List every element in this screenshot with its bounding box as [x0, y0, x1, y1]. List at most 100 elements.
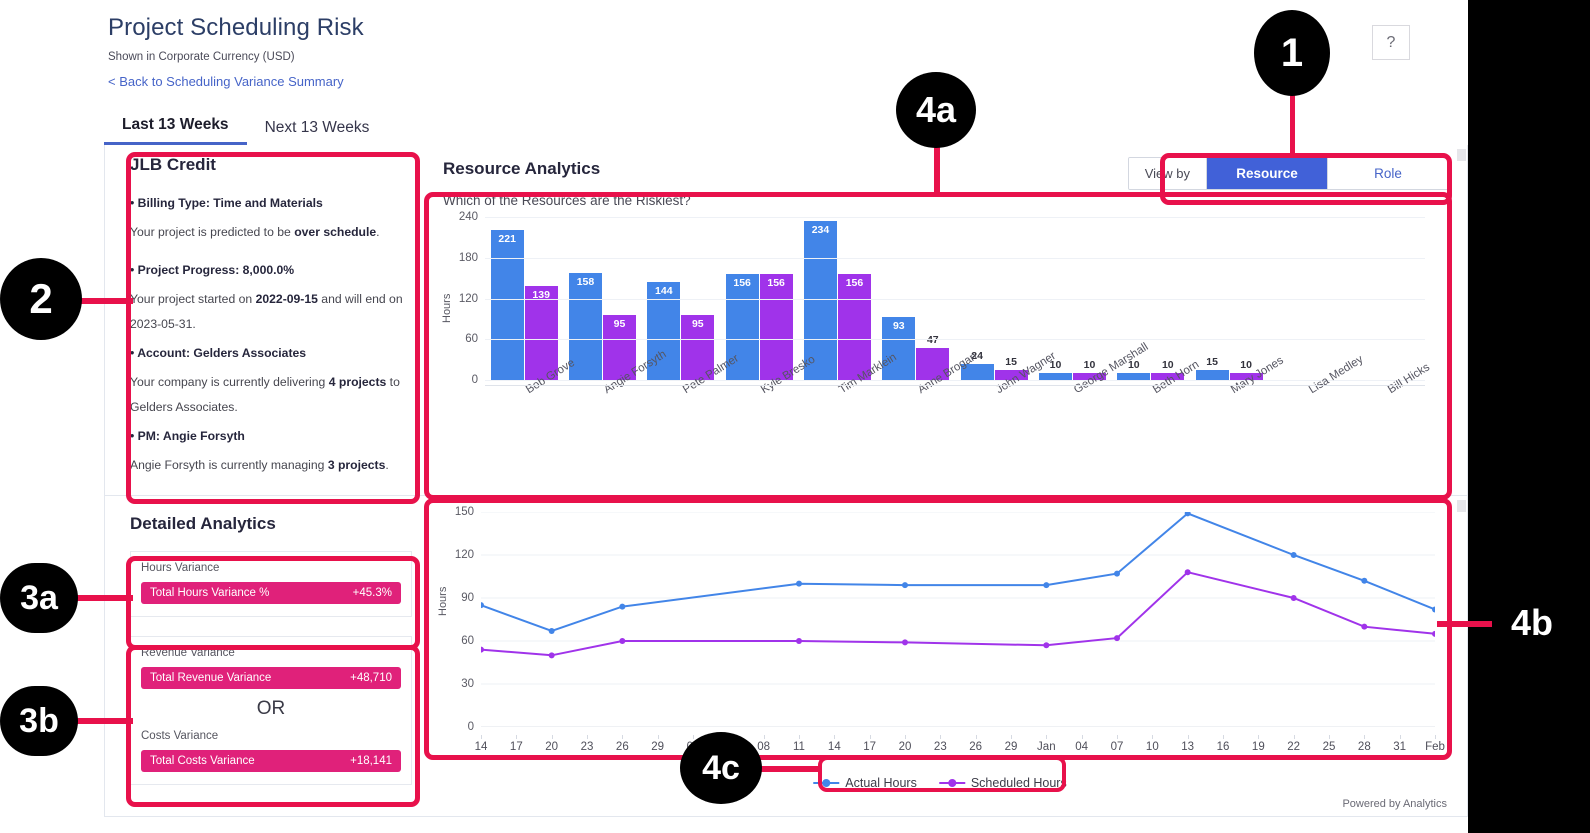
line-x-tickmark — [657, 735, 659, 739]
legend-item-actual-hours[interactable]: Actual Hours — [813, 776, 917, 790]
line-y-tick: 30 — [461, 678, 474, 690]
scroll-marker-top[interactable] — [1457, 149, 1466, 161]
bar-y-tick: 60 — [465, 333, 478, 346]
line-y-tick: 150 — [454, 506, 474, 518]
line-point[interactable] — [478, 646, 484, 653]
line-x-tickmark — [1399, 735, 1401, 739]
total-costs-variance-value: +18,141 — [350, 755, 392, 767]
bar-actual[interactable]: 221 — [490, 229, 524, 380]
line-x-label: Feb — [1425, 741, 1445, 753]
line-x-label: 16 — [1216, 741, 1230, 753]
view-by-resource-button[interactable]: Resource — [1206, 158, 1327, 189]
line-point[interactable] — [548, 652, 555, 659]
total-hours-variance-row[interactable]: Total Hours Variance % +45.3% — [141, 582, 401, 604]
view-by-role-button[interactable]: Role — [1327, 158, 1448, 189]
bar-gridline — [485, 339, 1425, 341]
legend-marker-actual — [813, 779, 840, 787]
legend-label-actual: Actual Hours — [845, 776, 917, 790]
line-point[interactable] — [1114, 570, 1120, 577]
bar-y-tick: 0 — [471, 374, 478, 386]
revenue-costs-variance-card: Revenue Variance Total Revenue Variance … — [130, 636, 412, 785]
view-by-label: View by — [1128, 158, 1206, 189]
powered-by-label: Powered by Analytics — [1342, 798, 1447, 810]
bar-scheduled[interactable]: 156 — [759, 274, 793, 380]
line-x-label: 14 — [474, 741, 488, 753]
line-point[interactable] — [1361, 577, 1368, 584]
line-x-label: 26 — [615, 741, 629, 753]
tab-next-13-weeks[interactable]: Next 13 Weeks — [247, 119, 388, 145]
line-point[interactable] — [548, 627, 555, 634]
line-series-actual[interactable] — [481, 513, 1435, 631]
line-x-tickmark — [1187, 735, 1189, 739]
page-header: Project Scheduling Risk Shown in Corpora… — [108, 14, 364, 89]
total-hours-variance-value: +45.3% — [352, 587, 392, 599]
line-x-label: 08 — [757, 741, 771, 753]
bar-scheduled[interactable]: 139 — [524, 285, 558, 380]
line-x-tickmark — [763, 735, 765, 739]
total-costs-variance-row[interactable]: Total Costs Variance +18,141 — [141, 750, 401, 772]
line-x-label: 07 — [1110, 741, 1124, 753]
line-x-tickmark — [975, 735, 977, 739]
line-point[interactable] — [1361, 623, 1368, 630]
bar-x-label: Bob Grove — [524, 356, 578, 397]
bar-actual[interactable]: 10 — [1038, 359, 1072, 380]
legend-item-scheduled-hours[interactable]: Scheduled Hours — [938, 776, 1067, 790]
bar-value-label: 95 — [613, 318, 626, 331]
line-point[interactable] — [1290, 595, 1297, 601]
line-point[interactable] — [1114, 635, 1120, 642]
project-info-card: JLB Credit • Billing Type: Time and Mate… — [130, 155, 412, 482]
bar-value-label: 93 — [892, 319, 905, 332]
total-revenue-variance-row[interactable]: Total Revenue Variance +48,710 — [141, 667, 401, 689]
line-point[interactable] — [1432, 606, 1438, 613]
line-point[interactable] — [1043, 642, 1050, 649]
line-point[interactable] — [1290, 552, 1297, 558]
line-point[interactable] — [1432, 630, 1438, 637]
line-chart-svg — [478, 510, 1438, 728]
bar-scheduled[interactable]: 156 — [837, 274, 871, 380]
line-point[interactable] — [619, 638, 626, 644]
line-point[interactable] — [619, 603, 626, 610]
bar-actual[interactable]: 15 — [1195, 356, 1229, 380]
scroll-marker-bottom[interactable] — [1457, 500, 1466, 512]
help-button[interactable]: ? — [1372, 25, 1410, 60]
bar-actual[interactable]: 93 — [882, 316, 916, 380]
line-x-label: 28 — [1357, 741, 1371, 753]
line-point[interactable] — [902, 639, 908, 646]
tab-last-13-weeks[interactable]: Last 13 Weeks — [104, 116, 247, 145]
line-x-label: 10 — [1145, 741, 1159, 753]
line-x-label: 20 — [898, 741, 912, 753]
line-x-label: 23 — [580, 741, 594, 753]
line-x-tickmark — [1116, 735, 1118, 739]
line-x-tickmark — [1152, 735, 1154, 739]
line-point[interactable] — [902, 582, 908, 589]
line-x-label: 19 — [1251, 741, 1265, 753]
total-revenue-variance-value: +48,710 — [350, 672, 392, 684]
bar-x-label: Bill Hicks — [1385, 361, 1432, 397]
line-x-tickmark — [1329, 735, 1330, 739]
line-x-tickmark — [693, 735, 694, 739]
line-x-label: 02 — [686, 741, 700, 753]
bar-x-label: Kyle Bresko — [759, 353, 818, 397]
line-x-tickmark — [1081, 735, 1083, 739]
line-x-tickmark — [834, 735, 836, 739]
bottom-row: Detailed Analytics Hours Variance Total … — [105, 496, 1468, 816]
bar-actual[interactable]: 10 — [1117, 359, 1151, 380]
line-chart-plot-area: 0 30 60 90 120 150 — [455, 506, 1438, 733]
line-point[interactable] — [1043, 582, 1050, 589]
view-by-toggle: View by Resource Role — [1127, 157, 1449, 190]
project-info-title: JLB Credit — [130, 155, 216, 174]
line-x-label: 05 — [721, 741, 735, 753]
line-point[interactable] — [796, 638, 802, 644]
line-chart-y-axis-label: Hours — [437, 586, 449, 616]
line-x-label: 13 — [1181, 741, 1195, 753]
resource-analytics-question: Which of the Resources are the Riskiest? — [443, 193, 691, 208]
line-x-tickmark — [551, 735, 553, 739]
bar-y-tick: 240 — [458, 211, 478, 223]
line-y-tick: 60 — [461, 635, 474, 647]
line-x-tickmark — [1011, 735, 1012, 739]
line-point[interactable] — [1184, 569, 1191, 576]
line-point[interactable] — [796, 580, 802, 587]
back-link[interactable]: < Back to Scheduling Variance Summary — [108, 74, 364, 89]
line-point[interactable] — [478, 602, 484, 609]
bar-x-label: Mary Jones — [1229, 354, 1286, 397]
